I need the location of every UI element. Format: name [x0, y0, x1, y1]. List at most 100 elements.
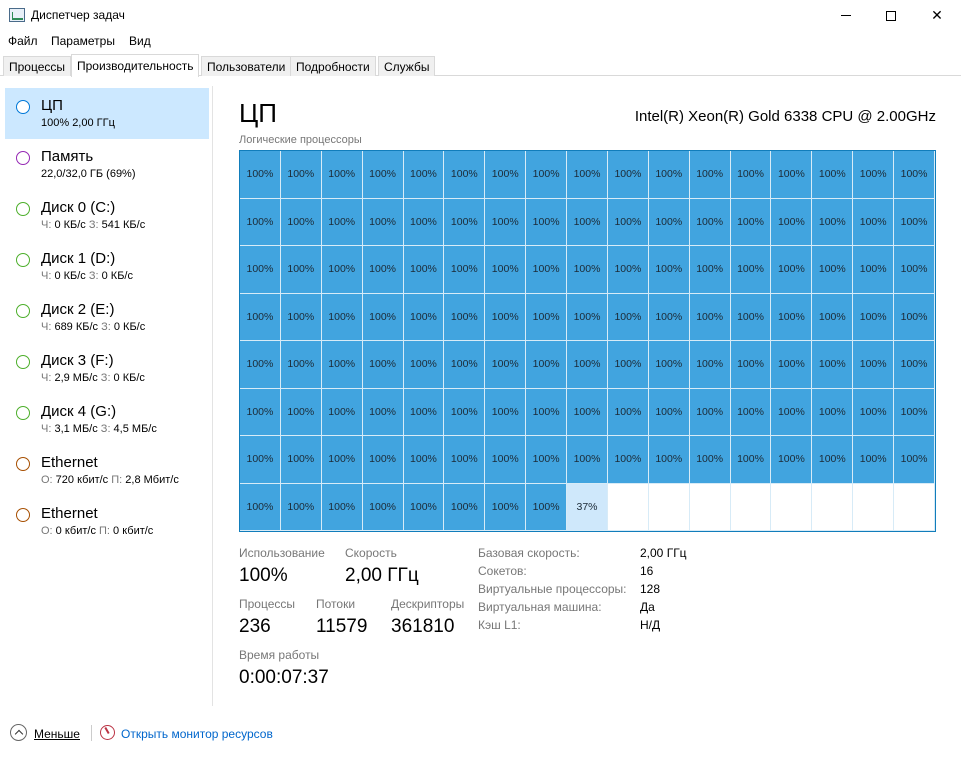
processor-load-label: 100% [410, 168, 437, 181]
logical-processor-cell: 100% [485, 341, 527, 389]
logical-processor-cell: 100% [812, 341, 854, 389]
logical-processor-cell [771, 483, 813, 531]
status-ring-icon [16, 355, 30, 369]
detail-key: З: [100, 423, 111, 435]
processor-load-label: 100% [818, 453, 846, 466]
processor-load-label: 100% [818, 310, 846, 323]
tab-users[interactable]: Пользователи [201, 56, 292, 76]
sidebar-item-8[interactable]: Ethernet О: 0 кбит/с П: 0 кбит/с [5, 496, 209, 547]
processor-load-label: 100% [328, 405, 356, 418]
processor-load-label: 100% [450, 215, 478, 228]
processor-load-label: 100% [491, 405, 519, 418]
logical-processor-cell: 100% [567, 293, 608, 341]
sidebar-item-3[interactable]: Диск 1 (D:) Ч: 0 КБ/с З: 0 КБ/с [5, 241, 209, 292]
sidebar-item-detail: 100% 2,00 ГГц [41, 117, 115, 129]
processor-load-label: 100% [369, 500, 396, 513]
processor-load-label: 100% [614, 405, 642, 418]
logical-processor-cell: 100% [607, 293, 649, 341]
sidebar-item-7[interactable]: Ethernet О: 720 кбит/с П: 2,8 Мбит/с [5, 445, 209, 496]
status-ring-icon [16, 151, 30, 165]
processor-load-label: 100% [777, 263, 805, 276]
sidebar-item-2[interactable]: Диск 0 (C:) Ч: 0 КБ/с З: 541 КБ/с [5, 190, 209, 241]
maximize-button[interactable] [868, 0, 914, 31]
fewer-details-button[interactable]: Меньше [34, 727, 80, 741]
logical-processor-cell: 100% [280, 198, 322, 246]
open-resource-monitor-link[interactable]: Открыть монитор ресурсов [121, 727, 273, 741]
processor-load-label: 100% [900, 263, 928, 276]
logical-processor-cell: 100% [240, 293, 281, 341]
processor-load-label: 100% [696, 405, 724, 418]
logical-processor-cell: 100% [689, 151, 731, 199]
processor-load-label: 100% [450, 358, 478, 371]
processor-load-label: 100% [737, 405, 764, 418]
tab-strip: Процессы Производительность Пользователи… [0, 54, 961, 77]
processor-load-label: 100% [900, 310, 928, 323]
menu-options[interactable]: Параметры [51, 34, 115, 48]
menu-view[interactable]: Вид [129, 34, 151, 48]
tab-processes[interactable]: Процессы [3, 56, 72, 76]
logical-processor-cell: 100% [280, 341, 322, 389]
sidebar-item-detail: О: 0 кбит/с П: 0 кбит/с [41, 525, 153, 537]
processor-load-label: 100% [859, 358, 887, 371]
sidebar-item-0[interactable]: ЦП 100% 2,00 ГГц [5, 88, 209, 139]
sidebar-item-5[interactable]: Диск 3 (F:) Ч: 2,9 МБ/с З: 0 КБ/с [5, 343, 209, 394]
tab-details[interactable]: Подробности [290, 56, 376, 76]
menu-file[interactable]: Файл [8, 34, 38, 48]
status-ring-icon [16, 304, 30, 318]
sidebar-item-detail: Ч: 689 КБ/с З: 0 КБ/с [41, 321, 145, 333]
logical-processor-cell [730, 483, 772, 531]
detail-key: О: [41, 474, 53, 486]
sidebar-item-1[interactable]: Память 22,0/32,0 ГБ (69%) [5, 139, 209, 190]
logical-processor-cell: 100% [853, 246, 895, 294]
logical-processor-cell: 100% [403, 151, 445, 199]
logical-processor-cell: 100% [812, 246, 854, 294]
processor-load-label: 100% [491, 310, 519, 323]
processor-load-label: 100% [818, 358, 846, 371]
base-speed-value: 2,00 ГГц [640, 546, 687, 560]
logical-processor-cell: 37% [567, 483, 608, 531]
processor-load-label: 100% [573, 453, 601, 466]
processor-load-label: 100% [328, 310, 356, 323]
processor-load-label: 37% [576, 500, 598, 513]
cpu-model: Intel(R) Xeon(R) Gold 6338 CPU @ 2.00GHz [634, 108, 936, 125]
close-button[interactable]: ✕ [914, 0, 960, 31]
logical-processor-cell: 100% [362, 151, 404, 199]
logical-processor-cell: 100% [607, 198, 649, 246]
logical-processor-cell: 100% [648, 293, 690, 341]
logical-processor-cell: 100% [240, 388, 281, 436]
resource-monitor-icon [100, 725, 115, 740]
minimize-button[interactable] [823, 0, 869, 31]
logical-processor-cell: 100% [280, 293, 322, 341]
status-ring-icon [16, 457, 30, 471]
chevron-up-icon[interactable] [10, 724, 27, 741]
sockets-label: Сокетов: [478, 564, 527, 578]
detail-key: З: [100, 372, 111, 384]
tab-services[interactable]: Службы [378, 56, 436, 76]
processor-load-label: 100% [859, 263, 887, 276]
logical-processor-cell: 100% [853, 151, 895, 199]
processor-load-label: 100% [614, 453, 642, 466]
sidebar-item-6[interactable]: Диск 4 (G:) Ч: 3,1 МБ/с З: 4,5 МБ/с [5, 394, 209, 445]
processor-load-label: 100% [410, 405, 437, 418]
tab-performance[interactable]: Производительность [71, 54, 200, 77]
logical-processor-cell: 100% [730, 341, 772, 389]
logical-processor-cell: 100% [894, 388, 935, 436]
processor-load-label: 100% [655, 310, 683, 323]
footer-divider [91, 725, 92, 741]
logical-processor-cell: 100% [362, 246, 404, 294]
sidebar-item-4[interactable]: Диск 2 (E:) Ч: 689 КБ/с З: 0 КБ/с [5, 292, 209, 343]
processes-label: Процессы [239, 597, 296, 611]
sidebar-item-name: Диск 0 (C:) [41, 199, 116, 216]
cpu-panel: ЦП Intel(R) Xeon(R) Gold 6338 CPU @ 2.00… [213, 86, 961, 706]
processor-load-label: 100% [287, 310, 315, 323]
logical-processor-cell: 100% [853, 436, 895, 484]
logical-processor-cell: 100% [894, 341, 935, 389]
logical-processor-cell: 100% [853, 388, 895, 436]
sidebar-item-detail: Ч: 2,9 МБ/с З: 0 КБ/с [41, 372, 145, 384]
processor-load-label: 100% [737, 453, 764, 466]
logical-processor-cell: 100% [567, 198, 608, 246]
processor-load-label: 100% [737, 263, 764, 276]
logical-processor-cell: 100% [771, 436, 813, 484]
logical-processor-cell: 100% [648, 198, 690, 246]
processor-load-label: 100% [491, 500, 519, 513]
